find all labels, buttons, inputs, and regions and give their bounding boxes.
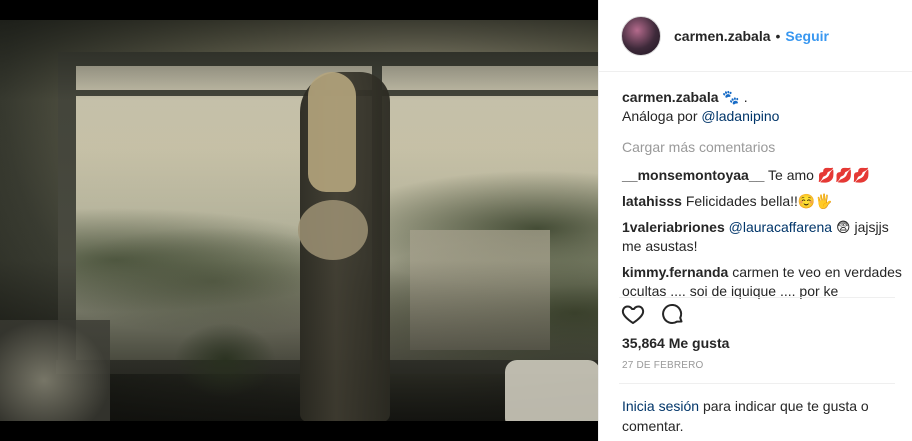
comment-username[interactable]: 1valeriabriones (622, 219, 725, 235)
login-prompt: Inicia sesión para indicar que te gusta … (622, 396, 892, 436)
post-photo[interactable] (0, 20, 598, 421)
list-item: kimmy.fernanda carmen te veo en verdades… (622, 263, 902, 301)
heart-icon[interactable] (621, 302, 645, 326)
comment-mention[interactable]: @lauracaffarena (729, 219, 832, 235)
follow-button[interactable]: Seguir (785, 28, 829, 44)
action-bar (621, 302, 685, 326)
photo-figure-hair (308, 72, 356, 192)
list-item: __monsemontoyaa__ Te amo 💋💋💋 (622, 166, 902, 185)
caption: carmen.zabala 🐾 . Análoga por @ladanipin… (622, 88, 902, 126)
header-username[interactable]: carmen.zabala (674, 28, 771, 44)
post-sidebar: carmen.zabala • Seguir carmen.zabala 🐾 .… (598, 0, 912, 441)
avatar[interactable] (621, 15, 661, 56)
comment-username[interactable]: latahisss (622, 193, 682, 209)
caption-text: 🐾 . (722, 89, 748, 105)
list-item: latahisss Felicidades bella!!☺️🖐 (622, 192, 902, 211)
post-header: carmen.zabala • Seguir (599, 0, 912, 72)
divider (619, 383, 895, 384)
comment-username[interactable]: kimmy.fernanda (622, 264, 728, 280)
caption-mention[interactable]: @ladanipino (701, 108, 779, 124)
photo-plant (170, 320, 280, 400)
list-item: 1valeriabriones @lauracaffarena 😨 jajsjj… (622, 218, 902, 256)
photo-pillow (505, 360, 598, 421)
comment-text: Te amo 💋💋💋 (768, 167, 871, 183)
like-count[interactable]: 35,864 Me gusta (622, 335, 729, 351)
caption-username[interactable]: carmen.zabala (622, 89, 719, 105)
comment-text: Felicidades bella!!☺️🖐 (685, 193, 833, 209)
load-more-comments-button[interactable]: Cargar más comentarios (622, 138, 902, 157)
photo-figure-belly (298, 200, 368, 260)
comment-icon[interactable] (661, 302, 685, 326)
caption-line2: Análoga por (622, 108, 698, 124)
post-photo-panel (0, 0, 598, 441)
login-link[interactable]: Inicia sesión (622, 398, 699, 414)
comment-username[interactable]: __monsemontoyaa__ (622, 167, 764, 183)
comment-list: carmen.zabala 🐾 . Análoga por @ladanipin… (622, 88, 902, 308)
photo-chair (0, 320, 110, 421)
separator-dot: • (775, 27, 781, 44)
post-date: 27 DE FEBRERO (622, 360, 704, 371)
divider (619, 297, 895, 298)
